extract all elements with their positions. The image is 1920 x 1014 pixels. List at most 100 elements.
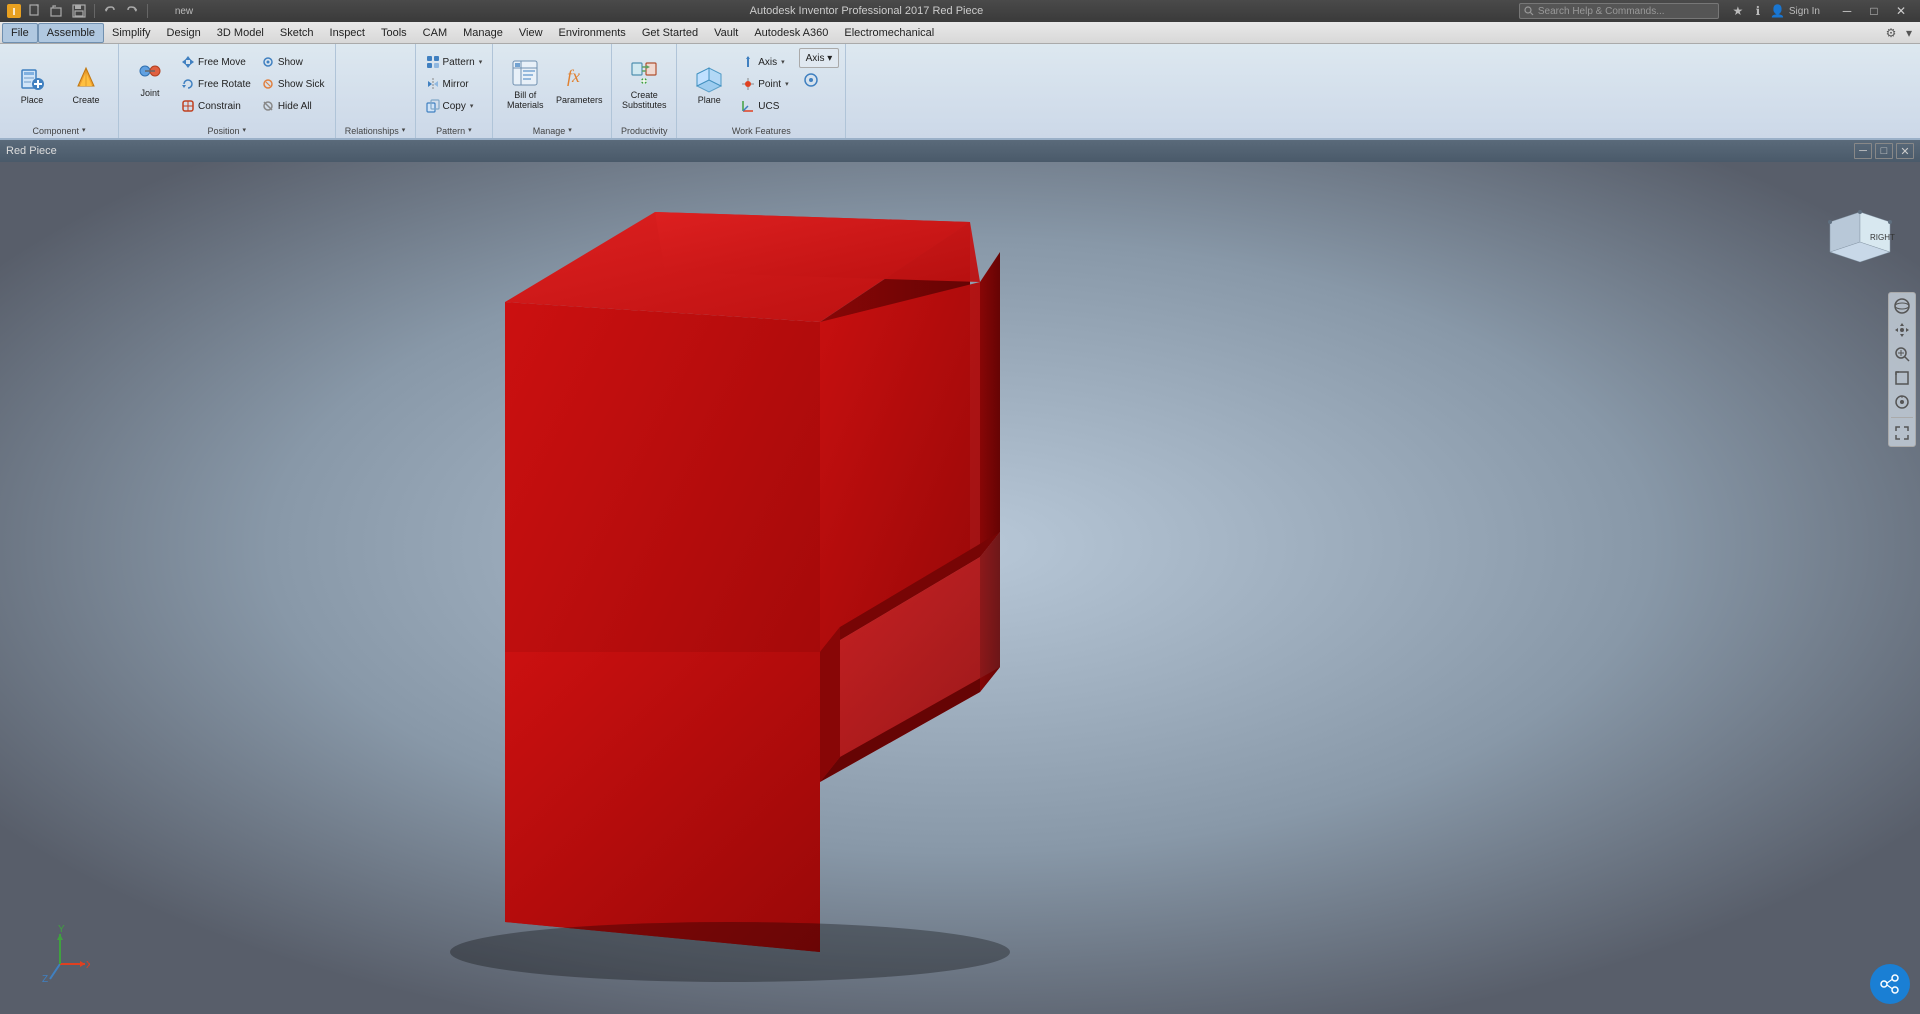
axis-button[interactable]: Axis ▾ <box>737 52 792 72</box>
zoom-btn[interactable] <box>1891 343 1913 365</box>
menu-inspect[interactable]: Inspect <box>322 23 373 43</box>
divider <box>1891 417 1913 418</box>
open-btn[interactable] <box>48 3 66 19</box>
search-bar[interactable]: Search Help & Commands... <box>1519 3 1719 19</box>
close-btn[interactable]: ✕ <box>1888 2 1914 20</box>
nav-cube[interactable]: RIGHT <box>1820 192 1900 272</box>
appearance-btn[interactable]: new <box>154 3 214 19</box>
place-button[interactable]: Place <box>6 48 58 118</box>
menu-manage[interactable]: Manage <box>455 23 511 43</box>
viewport-3d-scene <box>0 162 1920 1014</box>
settings-btn[interactable]: ⚙ <box>1882 25 1900 41</box>
menu-vault[interactable]: Vault <box>706 23 746 43</box>
axis-filter-button[interactable]: Axis ▾ <box>799 48 840 68</box>
menu-design[interactable]: Design <box>159 23 209 43</box>
look-at-btn[interactable] <box>1891 391 1913 413</box>
viewport-close-btn[interactable]: ✕ <box>1896 143 1914 159</box>
bom-button[interactable]: Bill of Materials <box>499 48 551 118</box>
ribbon-group-position: Joint Free Move <box>119 44 336 138</box>
joint-button[interactable]: Joint <box>125 52 175 120</box>
create-label: Create <box>72 96 99 106</box>
ucs-button[interactable]: UCS <box>737 96 792 116</box>
menu-assemble[interactable]: Assemble <box>38 23 104 43</box>
free-move-icon <box>181 55 195 69</box>
redo-btn[interactable] <box>123 3 141 19</box>
productivity-group-label-row: Productivity <box>621 124 668 136</box>
show-label: Show <box>278 57 303 68</box>
manage-group-dropdown-arrow[interactable]: ▾ <box>568 126 572 134</box>
work-features-col: Axis ▾ Point ▾ <box>737 48 792 116</box>
menu-environments[interactable]: Environments <box>551 23 634 43</box>
maximize-btn[interactable]: □ <box>1861 2 1887 20</box>
work-features-group-label: Work Features <box>732 126 791 136</box>
viewport[interactable]: RIGHT <box>0 162 1920 1014</box>
mirror-label: Mirror <box>443 79 469 90</box>
new-btn[interactable] <box>26 3 44 19</box>
view-options-icon <box>803 72 819 88</box>
zoom-all-btn[interactable] <box>1891 367 1913 389</box>
show-sick-button[interactable]: Show Sick <box>257 74 329 94</box>
mirror-button[interactable]: Mirror <box>422 74 487 94</box>
ribbon-group-pattern-content: Pattern ▾ Mirror Copy <box>422 48 487 124</box>
create-button[interactable]: Create <box>60 48 112 118</box>
ucs-icon <box>741 99 755 113</box>
component-dropdown-arrow[interactable]: ▾ <box>82 126 86 134</box>
parameters-button[interactable]: fx Parameters <box>553 48 605 118</box>
menu-3dmodel[interactable]: 3D Model <box>209 23 272 43</box>
user-btn[interactable]: 👤 <box>1769 3 1787 19</box>
pattern-icon <box>426 55 440 69</box>
viewport-maximize-btn[interactable]: □ <box>1875 143 1893 159</box>
app-icon: I <box>6 3 22 19</box>
show-sick-label: Show Sick <box>278 79 325 90</box>
copy-button[interactable]: Copy ▾ <box>422 96 487 116</box>
fit-btn[interactable] <box>1891 422 1913 444</box>
undo-btn[interactable] <box>101 3 119 19</box>
pan-btn[interactable] <box>1891 319 1913 341</box>
menu-file[interactable]: File <box>2 23 38 43</box>
parameters-label: Parameters <box>556 96 603 106</box>
view-options-button[interactable] <box>799 70 840 90</box>
bom-icon <box>509 57 541 89</box>
minimize-btn[interactable]: ─ <box>1834 2 1860 20</box>
ucs-label: UCS <box>758 101 779 112</box>
axis-icon <box>741 55 755 69</box>
info-btn[interactable]: ℹ <box>1749 3 1767 19</box>
save-btn[interactable] <box>70 3 88 19</box>
pattern-button[interactable]: Pattern ▾ <box>422 52 487 72</box>
menu-simplify[interactable]: Simplify <box>104 23 159 43</box>
menu-a360[interactable]: Autodesk A360 <box>746 23 836 43</box>
menu-view[interactable]: View <box>511 23 551 43</box>
expand-ribbon-btn[interactable]: ▾ <box>1900 25 1918 41</box>
menu-tools[interactable]: Tools <box>373 23 415 43</box>
constrain-button[interactable]: Constrain <box>177 96 255 116</box>
create-icon <box>70 62 102 94</box>
plane-button[interactable]: Plane <box>683 48 735 118</box>
point-icon <box>741 77 755 91</box>
menu-cam[interactable]: CAM <box>415 23 455 43</box>
bom-label: Bill of Materials <box>507 91 544 111</box>
bookmark-btn[interactable]: ★ <box>1729 3 1747 19</box>
svg-text:X: X <box>86 960 90 971</box>
position-dropdown-arrow[interactable]: ▾ <box>243 126 247 134</box>
share-button[interactable] <box>1870 964 1910 1004</box>
menu-getstarted[interactable]: Get Started <box>634 23 706 43</box>
free-move-button[interactable]: Free Move <box>177 52 255 72</box>
constrain-icon <box>181 99 195 113</box>
ribbon-group-productivity: Create Substitutes Productivity <box>612 44 677 138</box>
point-button[interactable]: Point ▾ <box>737 74 792 94</box>
show-button[interactable]: Show <box>257 52 329 72</box>
pattern-group-dropdown-arrow[interactable]: ▾ <box>468 126 472 134</box>
menu-electromechanical[interactable]: Electromechanical <box>836 23 942 43</box>
constrain-label: Constrain <box>198 101 241 112</box>
sign-in-label[interactable]: Sign In <box>1789 6 1820 17</box>
relationships-dropdown-arrow[interactable]: ▾ <box>402 126 406 134</box>
hide-all-button[interactable]: Hide All <box>257 96 329 116</box>
menu-sketch[interactable]: Sketch <box>272 23 322 43</box>
viewport-minimize-btn[interactable]: ─ <box>1854 143 1872 159</box>
create-substitutes-button[interactable]: Create Substitutes <box>618 48 670 118</box>
orbit-btn[interactable] <box>1891 295 1913 317</box>
svg-text:Y: Y <box>58 924 65 935</box>
show-sick-icon <box>261 77 275 91</box>
free-rotate-button[interactable]: Free Rotate <box>177 74 255 94</box>
view-controls <box>1888 292 1916 447</box>
